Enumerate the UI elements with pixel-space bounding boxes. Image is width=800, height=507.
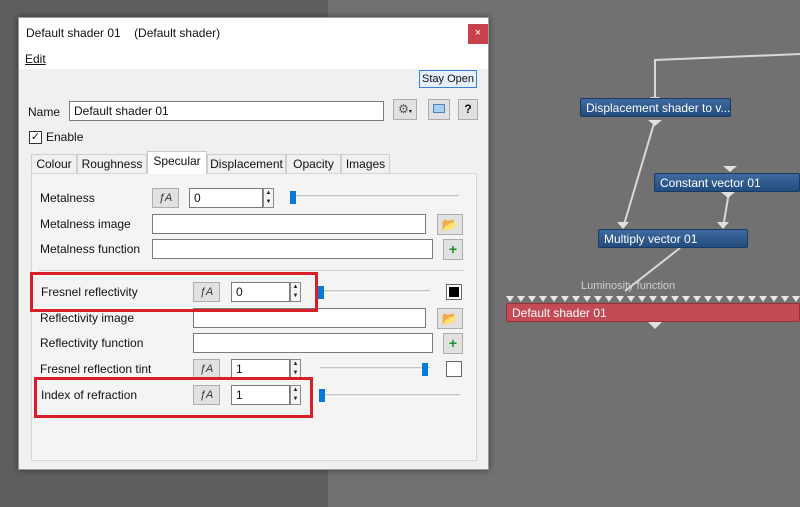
enable-checkbox[interactable]: ✓	[29, 131, 42, 144]
fresnel-tint-input[interactable]: 1	[231, 359, 290, 379]
fresnel-tint-slider-thumb[interactable]	[422, 363, 428, 376]
node-default-shader[interactable]: Default shader 01	[506, 303, 800, 322]
highlight-fresnel-reflectivity	[30, 272, 318, 312]
close-button[interactable]: ×	[468, 24, 488, 44]
tab-roughness[interactable]: Roughness	[77, 154, 147, 174]
preview-icon	[433, 104, 445, 113]
stay-open-button[interactable]: Stay Open	[419, 70, 477, 88]
tab-specular[interactable]: Specular	[147, 151, 207, 174]
reflectivity-image-label: Reflectivity image	[40, 311, 135, 325]
preview-button[interactable]	[428, 99, 450, 120]
wire-top	[654, 53, 800, 97]
separator	[39, 270, 464, 271]
node-title: Displacement shader to v...	[586, 101, 731, 115]
tab-colour[interactable]: Colour	[31, 154, 77, 174]
node-title: Default shader 01	[512, 306, 607, 320]
folder-icon: 📂	[441, 311, 459, 326]
function-icon: ƒA	[158, 192, 173, 204]
metalness-label: Metalness	[40, 191, 95, 205]
highlight-index-of-refraction	[34, 377, 313, 418]
shader-input-ports	[506, 296, 800, 302]
function-icon: ƒA	[199, 363, 214, 375]
ior-slider-track[interactable]	[320, 394, 460, 397]
fresnel-tint-spinner[interactable]: ▲ ▼	[290, 359, 301, 379]
gear-icon: ⚙	[398, 102, 409, 116]
port-arrow	[721, 192, 735, 198]
metalness-image-browse-button[interactable]: 📂	[437, 214, 463, 235]
tab-displacement[interactable]: Displacement	[207, 154, 286, 174]
metalness-spinner[interactable]: ▲ ▼	[263, 188, 274, 208]
reflectivity-function-add-button[interactable]: +	[443, 333, 463, 354]
window-title: Default shader 01 (Default shader)	[26, 26, 221, 40]
metalness-input[interactable]: 0	[189, 188, 263, 208]
metalness-image-input[interactable]	[152, 214, 426, 234]
node-title: Multiply vector 01	[604, 232, 698, 246]
node-constant-vector[interactable]: Constant vector 01	[654, 173, 800, 192]
reflectivity-function-label: Reflectivity function	[40, 336, 144, 350]
ior-slider-thumb[interactable]	[319, 389, 325, 402]
wire-disp-to-multiply	[622, 119, 656, 229]
settings-gear-button[interactable]: ⚙▾	[393, 99, 417, 120]
port-label-luminosity: Luminosity function	[581, 280, 676, 292]
menu-bar: Edit	[19, 48, 488, 69]
name-input[interactable]: Default shader 01	[69, 101, 384, 121]
tab-opacity[interactable]: Opacity	[286, 154, 341, 174]
port-arrow	[617, 222, 629, 229]
spin-up-icon[interactable]: ▲	[264, 189, 273, 198]
fresnel-reflectivity-slider-track[interactable]	[320, 290, 430, 293]
port-arrow	[648, 322, 662, 329]
node-displacement-shader[interactable]: Displacement shader to v...	[580, 98, 731, 117]
reflectivity-image-browse-button[interactable]: 📂	[437, 308, 463, 329]
metalness-slider-track[interactable]	[291, 195, 459, 198]
port-arrow	[717, 222, 729, 229]
fresnel-reflectivity-colour-swatch[interactable]	[446, 284, 462, 300]
add-icon: +	[448, 241, 458, 257]
node-multiply-vector[interactable]: Multiply vector 01	[598, 229, 748, 248]
fresnel-tint-function-button[interactable]: ƒA	[193, 359, 220, 379]
help-button[interactable]: ?	[458, 99, 478, 120]
name-label: Name	[28, 105, 61, 119]
metalness-function-input[interactable]	[152, 239, 433, 259]
fresnel-tint-slider-track[interactable]	[320, 367, 430, 370]
tab-images[interactable]: Images	[341, 154, 390, 174]
folder-icon: 📂	[441, 217, 459, 232]
title-bar[interactable]: Default shader 01 (Default shader) ×	[19, 18, 488, 48]
add-icon: +	[448, 335, 458, 351]
metalness-function-button[interactable]: ƒA	[152, 188, 179, 208]
help-icon: ?	[464, 102, 472, 116]
fresnel-tint-label: Fresnel reflection tint	[40, 362, 152, 376]
shader-dialog: Default shader 01 (Default shader) × Edi…	[18, 17, 489, 470]
metalness-image-label: Metalness image	[40, 217, 131, 231]
metalness-function-add-button[interactable]: +	[443, 239, 463, 260]
reflectivity-function-input[interactable]	[193, 333, 433, 353]
spin-down-icon[interactable]: ▼	[264, 198, 273, 207]
node-title: Constant vector 01	[660, 176, 761, 190]
fresnel-tint-colour-swatch[interactable]	[446, 361, 462, 377]
fresnel-reflectivity-slider-thumb[interactable]	[318, 286, 324, 299]
enable-label: Enable	[46, 130, 84, 144]
metalness-slider-thumb[interactable]	[290, 191, 296, 204]
port-arrow	[723, 166, 737, 172]
spin-up-icon[interactable]: ▲	[291, 360, 300, 369]
menu-edit[interactable]: Edit	[25, 52, 46, 66]
port-arrow	[648, 120, 662, 126]
metalness-function-label: Metalness function	[40, 242, 141, 256]
